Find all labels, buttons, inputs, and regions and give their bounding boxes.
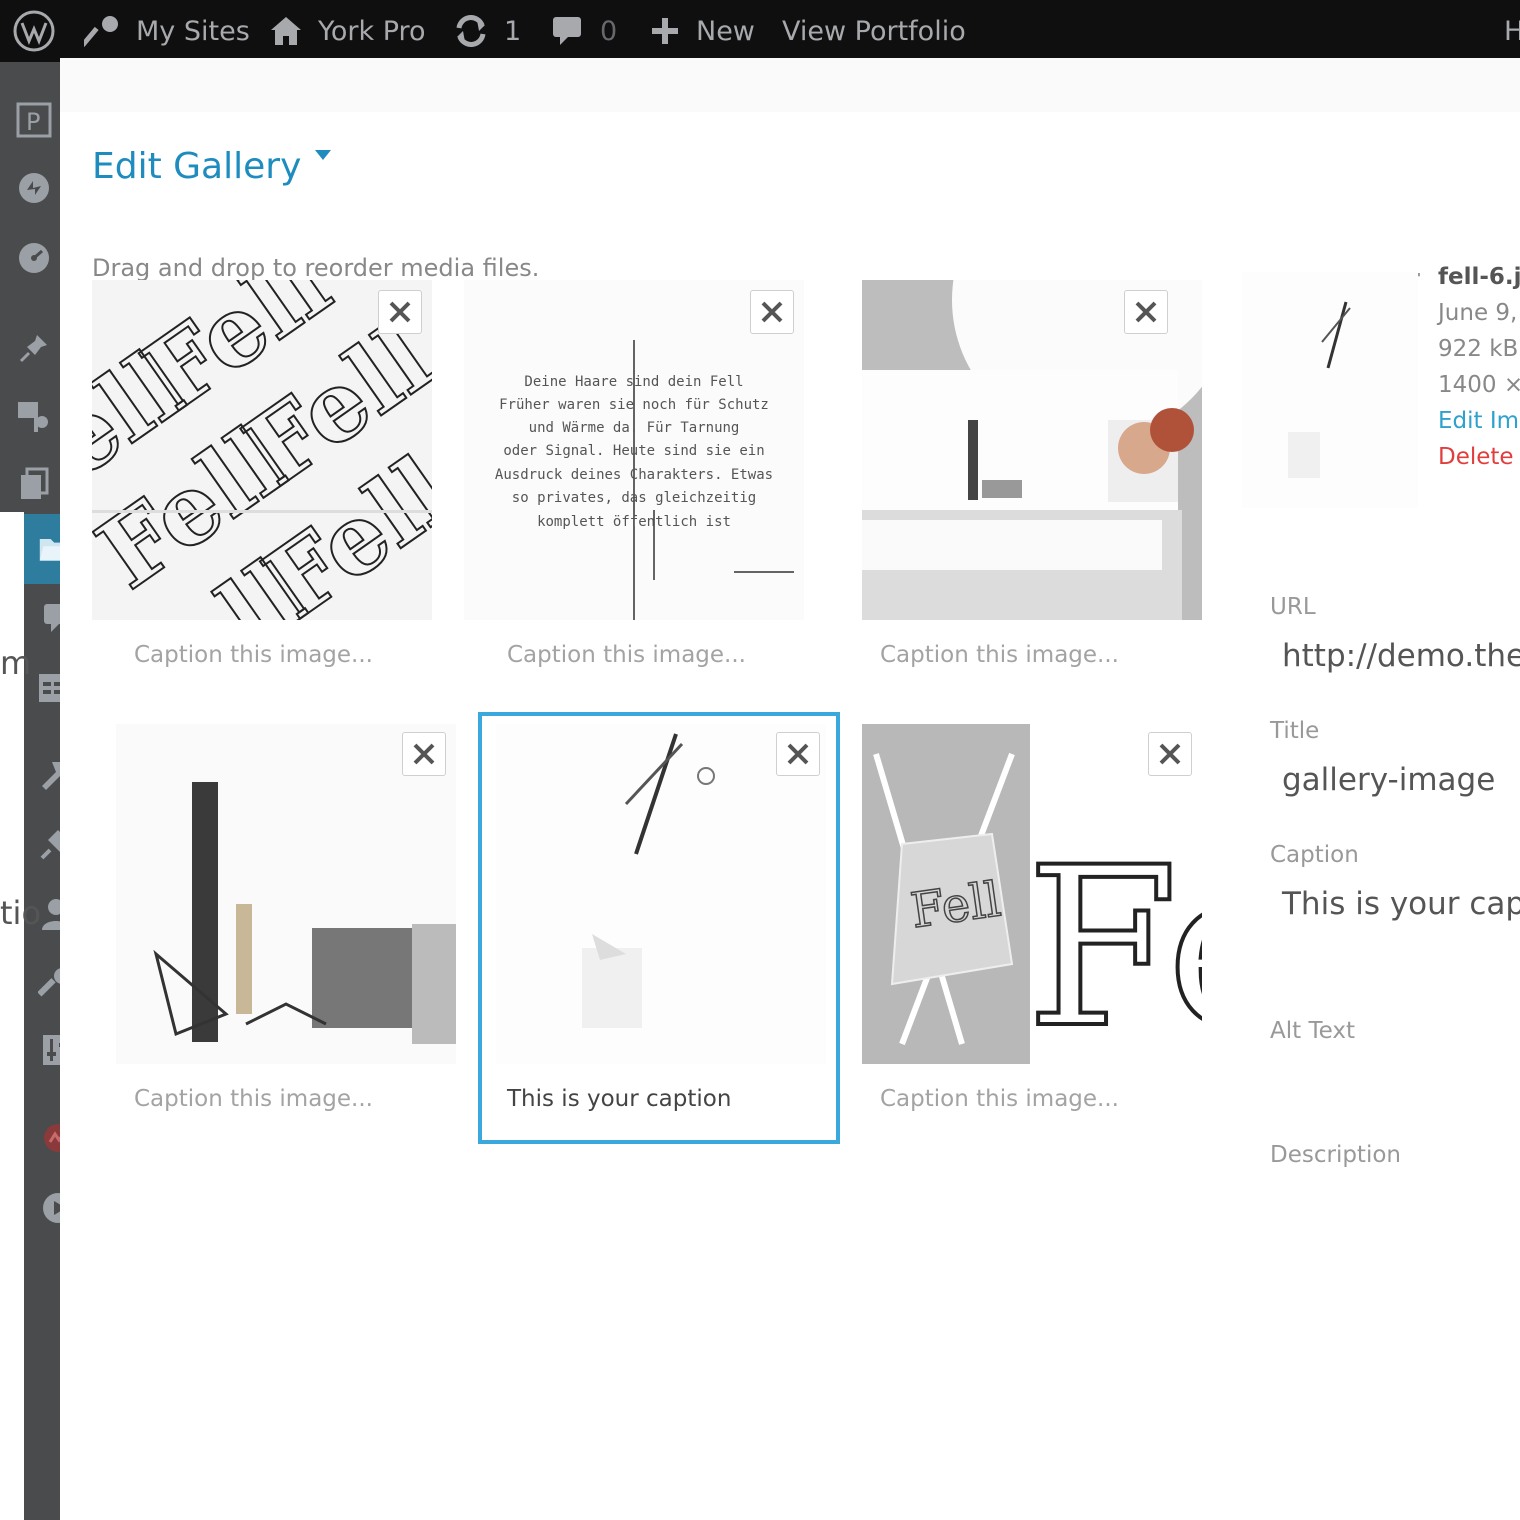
attachment-date: June 9,	[1438, 300, 1518, 326]
plus-icon	[650, 16, 680, 46]
caption-field-6[interactable]: Caption this image...	[880, 1086, 1119, 1112]
description-label: Description	[1270, 1142, 1401, 1168]
edit-image-link[interactable]: Edit Ima	[1438, 408, 1520, 434]
caption-field-1[interactable]: Caption this image...	[134, 642, 373, 668]
poster-text-line: Früher waren sie noch für Schutz	[499, 397, 769, 413]
poster-text-line: so privates, das gleichzeitig	[512, 490, 756, 506]
remove-item-5-button[interactable]	[776, 732, 820, 776]
view-portfolio-label: View Portfolio	[782, 15, 966, 47]
svg-text:P: P	[26, 108, 40, 136]
remove-item-6-button[interactable]	[1148, 732, 1192, 776]
my-sites-label: My Sites	[136, 15, 250, 47]
poster-text-line: komplett öffentlich ist	[537, 514, 731, 530]
pin-icon[interactable]	[16, 330, 52, 366]
reorder-instructions: Drag and drop to reorder media files.	[92, 254, 540, 282]
pages-icon[interactable]	[16, 466, 52, 502]
site-name-label: York Pro	[318, 15, 426, 47]
modal-header-strip	[60, 58, 1520, 112]
poster-text-line: Ausdruck deines Charakters. Etwas	[495, 467, 773, 483]
close-icon	[787, 743, 809, 765]
new-content-menu[interactable]: New	[650, 0, 755, 62]
site-name-menu[interactable]: York Pro	[268, 0, 426, 62]
comments-count: 0	[600, 15, 618, 47]
url-field[interactable]: http://demo.the	[1282, 638, 1520, 674]
background-text-fragment-tio: tio	[0, 894, 42, 932]
poster-text-line: und Wärme da. Für Tarnung	[529, 420, 740, 436]
close-icon	[1159, 743, 1181, 765]
alt-text-field[interactable]	[1270, 1058, 1520, 1098]
caption-textarea[interactable]: This is your capt	[1282, 886, 1520, 922]
activity-icon[interactable]	[16, 170, 52, 206]
poster-text-line: oder Signal. Heute sind sie ein	[503, 443, 764, 459]
home-icon	[268, 13, 304, 49]
edit-gallery-modal: Edit Gallery Drag and drop to reorder me…	[60, 58, 1520, 1520]
dropdown-caret-icon	[315, 149, 332, 160]
caption-field-3[interactable]: Caption this image...	[880, 642, 1119, 668]
remove-item-4-button[interactable]	[402, 732, 446, 776]
remove-item-2-button[interactable]	[750, 290, 794, 334]
p-logo-icon[interactable]: P	[16, 102, 52, 138]
poster-text-line: Deine Haare sind dein Fell	[524, 374, 743, 390]
my-account-menu[interactable]: H	[1504, 0, 1520, 62]
caption-field-4[interactable]: Caption this image...	[134, 1086, 373, 1112]
key-icon	[84, 12, 122, 50]
background-text-fragment-m: m	[0, 644, 32, 682]
title-field[interactable]: gallery-image	[1282, 762, 1495, 798]
media-icon[interactable]	[16, 398, 52, 434]
updates-count: 1	[504, 15, 522, 47]
caption-field-2[interactable]: Caption this image...	[507, 642, 746, 668]
new-label: New	[696, 15, 755, 47]
close-icon	[1135, 301, 1157, 323]
comment-icon	[552, 15, 582, 47]
modal-title-dropdown[interactable]: Edit Gallery	[92, 146, 332, 187]
comments-menu[interactable]: 0	[552, 0, 617, 62]
caption-field-5[interactable]: This is your caption	[507, 1086, 731, 1112]
wordpress-logo-icon[interactable]	[12, 0, 56, 62]
close-icon	[761, 301, 783, 323]
account-greeting-label: H	[1504, 15, 1520, 47]
close-icon	[389, 301, 411, 323]
alt-text-label: Alt Text	[1270, 1018, 1355, 1044]
delete-permanently-link[interactable]: Delete I	[1438, 444, 1520, 470]
remove-item-1-button[interactable]	[378, 290, 422, 334]
description-textarea[interactable]	[1270, 1182, 1520, 1262]
remove-item-3-button[interactable]	[1124, 290, 1168, 334]
caption-label: Caption	[1270, 842, 1359, 868]
attachment-preview	[1242, 272, 1418, 508]
attachment-filename: fell-6.jp	[1438, 264, 1520, 290]
view-portfolio-link[interactable]: View Portfolio	[782, 0, 966, 62]
admin-bar: My Sites York Pro 1 0 New View Portfolio…	[0, 0, 1520, 62]
close-icon	[413, 743, 435, 765]
my-sites-menu[interactable]: My Sites	[84, 0, 250, 62]
title-label: Title	[1270, 718, 1320, 744]
fe-word: Fe	[1026, 820, 1202, 1064]
modal-title: Edit Gallery	[92, 146, 302, 187]
updates-icon	[452, 12, 490, 50]
url-label: URL	[1270, 594, 1316, 620]
attachment-dimensions: 1400 ×	[1438, 372, 1520, 398]
attachment-filesize: 922 kB	[1438, 336, 1519, 362]
dashboard-icon[interactable]	[16, 240, 52, 276]
updates-menu[interactable]: 1	[452, 0, 521, 62]
